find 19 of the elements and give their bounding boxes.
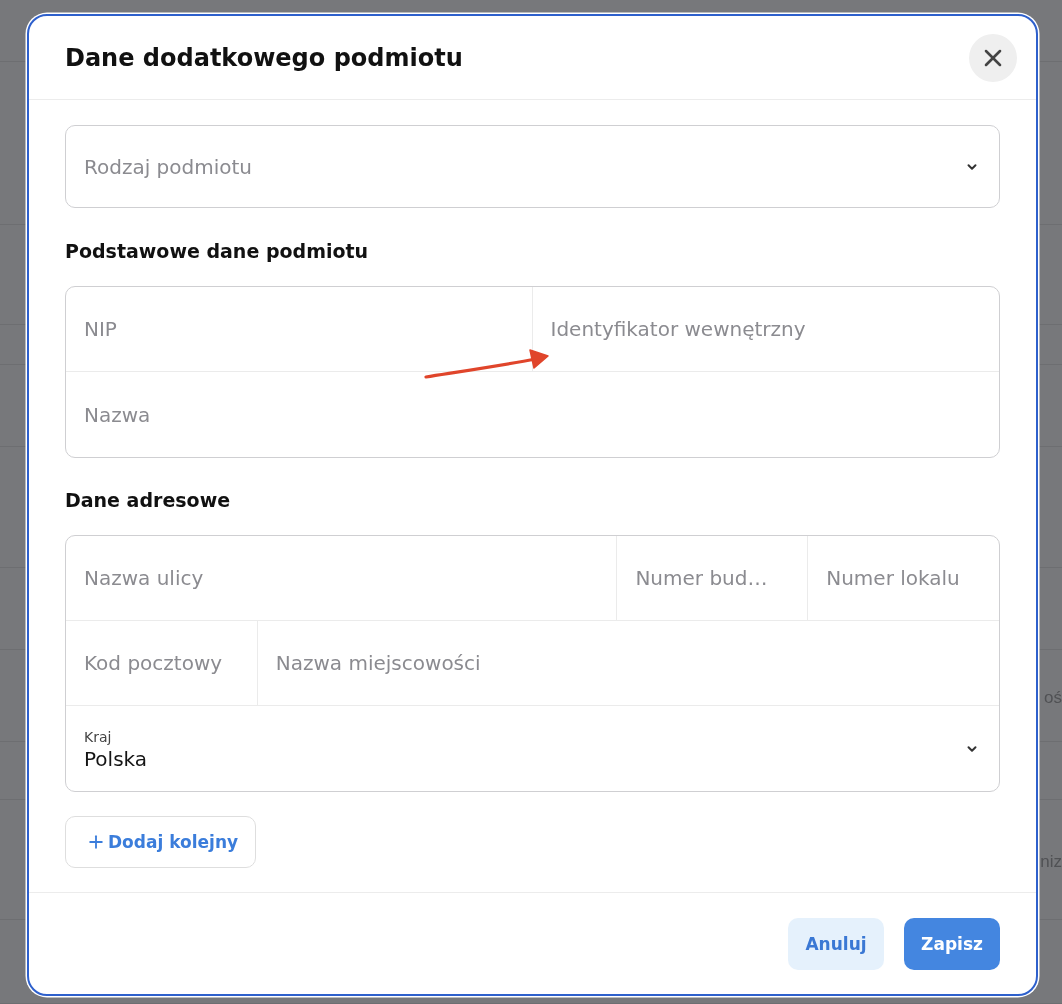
- input-field[interactable]: Nazwa miejscowości: [257, 621, 999, 705]
- input-field[interactable]: Identyfikator wewnętrzny: [532, 287, 999, 371]
- plus-icon: [86, 832, 106, 852]
- dialog-title: Dane dodatkowego podmiotu: [65, 43, 463, 72]
- field-group[interactable]: NIP Identyfikator wewnętrzny Nazwa: [65, 286, 1000, 458]
- field-group[interactable]: Nazwa ulicy Numer bud… Numer lokalu Kod pocztowy Nazwa miejscowości Kraj Polska: [65, 535, 1000, 792]
- close-button[interactable]: [969, 33, 1017, 82]
- entity-type-select[interactable]: Rodzaj podmiotu: [65, 125, 1000, 208]
- input-field[interactable]: Nazwa ulicy: [66, 536, 618, 620]
- cancel-button[interactable]: Anuluj: [788, 918, 884, 970]
- input-field[interactable]: Numer lokalu: [808, 536, 999, 620]
- country-select[interactable]: Kraj Polska: [66, 706, 999, 791]
- section-title: Dane adresowe: [65, 488, 232, 512]
- add-button[interactable]: Dodaj kolejny: [65, 816, 257, 868]
- save-button[interactable]: Zapisz: [904, 918, 1000, 970]
- input-field[interactable]: Numer bud…: [617, 536, 809, 620]
- input-field[interactable]: Nazwa: [66, 372, 999, 457]
- input-field[interactable]: Kod pocztowy: [66, 621, 258, 705]
- section-title: Podstawowe dane podmiotu: [65, 239, 370, 263]
